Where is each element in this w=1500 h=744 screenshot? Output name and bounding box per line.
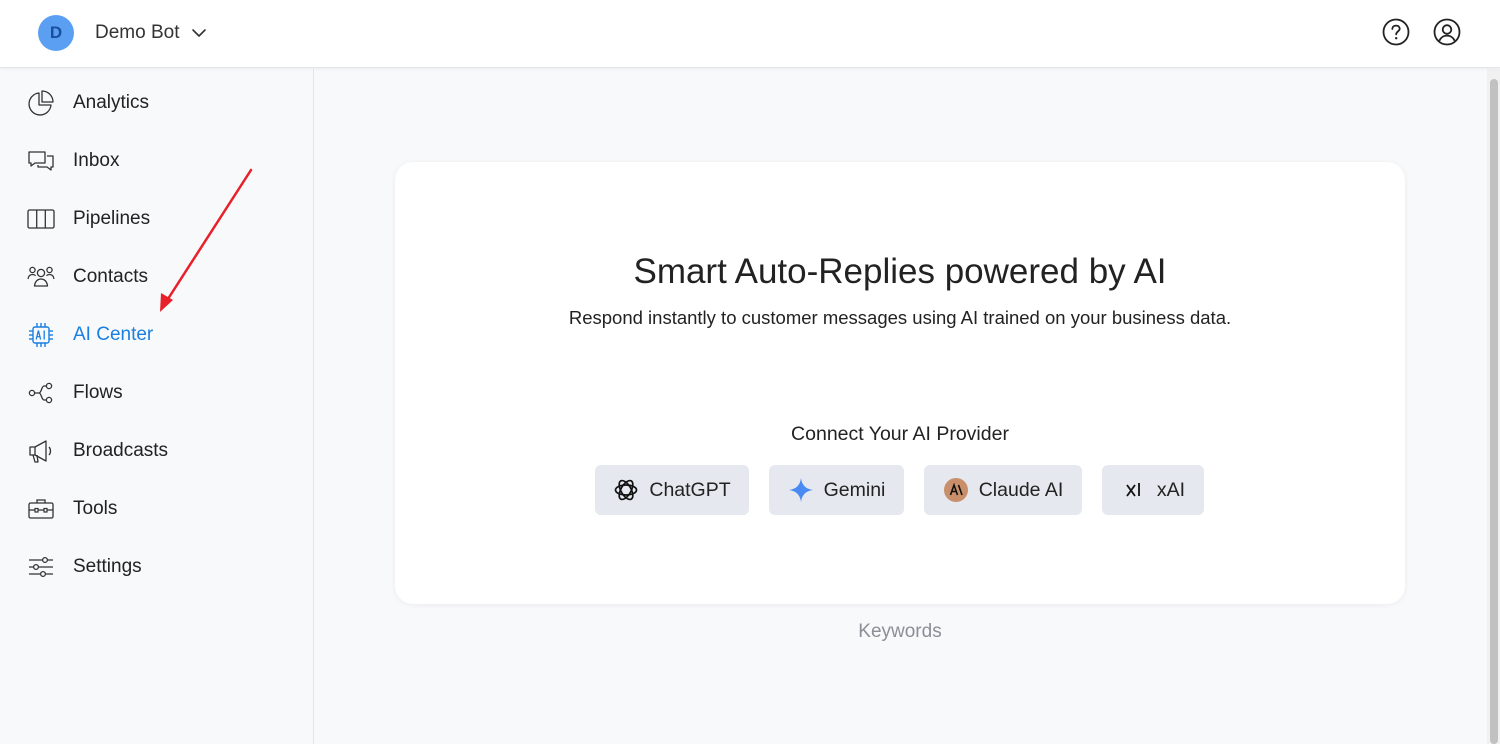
sidebar-item-settings[interactable]: Settings: [26, 547, 296, 587]
chatgpt-button[interactable]: ChatGPT: [595, 465, 749, 515]
provider-label: ChatGPT: [649, 478, 731, 501]
megaphone-icon: [29, 440, 52, 463]
sidebar-item-label: Settings: [73, 556, 142, 577]
sidebar-item-pipelines[interactable]: Pipelines: [26, 199, 296, 239]
toolbox-icon: [28, 499, 54, 519]
gemini-button[interactable]: Gemini: [769, 465, 904, 515]
sidebar-item-inbox[interactable]: Inbox: [26, 141, 296, 181]
users-icon: [27, 266, 55, 287]
sidebar-item-label: Contacts: [73, 266, 148, 287]
xai-button[interactable]: xAI: [1102, 465, 1204, 515]
flow-icon: [28, 382, 53, 404]
main-content: Smart Auto-Replies powered by AI Respond…: [315, 69, 1487, 744]
sidebar-item-label: Flows: [73, 382, 123, 403]
sidebar-item-contacts[interactable]: Contacts: [26, 257, 296, 297]
bot-switcher[interactable]: D Demo Bot: [38, 15, 207, 51]
connect-provider-label: Connect Your AI Provider: [791, 423, 1009, 445]
openai-icon: [613, 477, 639, 503]
account-icon[interactable]: [1433, 18, 1461, 46]
page-subtitle: Respond instantly to customer messages u…: [568, 307, 1232, 328]
sliders-icon: [29, 556, 53, 578]
sidebar-item-label: Inbox: [73, 150, 120, 171]
scrollbar-thumb[interactable]: [1490, 79, 1498, 744]
scrollbar[interactable]: [1487, 69, 1500, 744]
sidebar-item-broadcasts[interactable]: Broadcasts: [26, 431, 296, 471]
chat-bubbles-icon: [28, 151, 54, 171]
sidebar-item-analytics[interactable]: Analytics: [26, 83, 296, 123]
top-bar: D Demo Bot: [0, 0, 1500, 68]
sidebar-item-tools[interactable]: Tools: [26, 489, 296, 529]
provider-label: xAI: [1156, 478, 1186, 501]
sidebar-item-label: Pipelines: [73, 208, 151, 229]
sidebar-item-label: Broadcasts: [73, 440, 169, 461]
bot-name: Demo Bot: [95, 22, 180, 43]
sidebar-item-label: Tools: [73, 498, 118, 519]
sidebar-item-label: Analytics: [73, 92, 150, 113]
page-title: Smart Auto-Replies powered by AI: [633, 252, 1167, 291]
gemini-sparkle-icon: [788, 477, 814, 503]
chevron-down-icon: [191, 28, 207, 38]
columns-icon: [27, 209, 55, 229]
sidebar-item-label: AI Center: [73, 324, 154, 345]
keywords-link[interactable]: Keywords: [395, 621, 1405, 643]
bot-avatar: D: [38, 15, 74, 51]
pie-chart-icon: [28, 90, 54, 116]
provider-label: Gemini: [823, 478, 886, 501]
sidebar: Analytics Inbox Pipelines Contacts AI Ce…: [0, 69, 314, 744]
claude-ai-button[interactable]: Claude AI: [924, 465, 1082, 515]
claude-icon: [943, 477, 969, 503]
ai-chip-icon: [29, 323, 53, 347]
ai-intro-card: Smart Auto-Replies powered by AI Respond…: [395, 162, 1405, 604]
sidebar-item-flows[interactable]: Flows: [26, 373, 296, 413]
help-icon[interactable]: [1382, 18, 1410, 46]
sidebar-item-ai-center[interactable]: AI Center: [26, 315, 296, 355]
xai-icon: [1121, 477, 1147, 503]
provider-label: Claude AI: [978, 478, 1064, 501]
